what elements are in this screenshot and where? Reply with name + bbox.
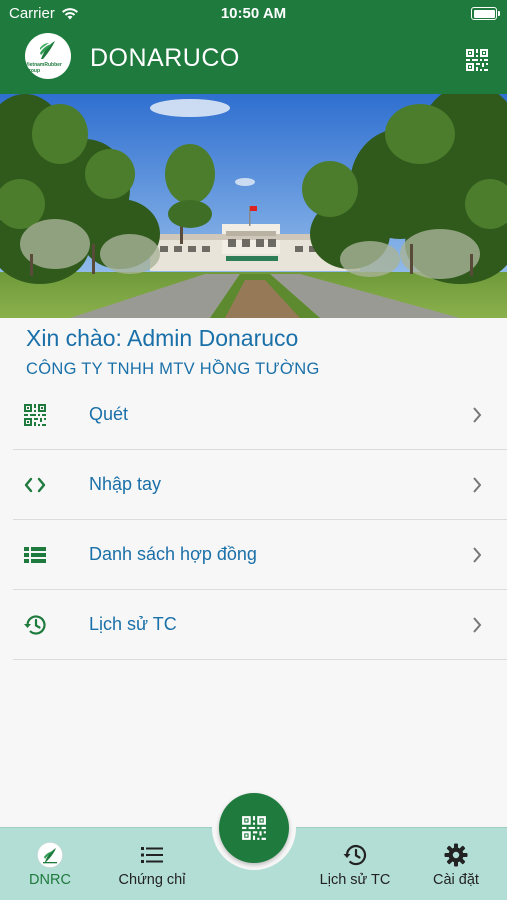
banner-image xyxy=(0,94,507,318)
greeting-text: Xin chào: Admin Donaruco xyxy=(26,325,299,351)
gear-icon xyxy=(444,843,468,867)
chevron-right-icon xyxy=(473,407,482,423)
list-icon xyxy=(24,547,46,563)
chevron-right-icon xyxy=(473,477,482,493)
status-bar: Carrier 10:50 AM xyxy=(0,0,507,28)
menu-label: Lịch sử TC xyxy=(89,614,177,634)
menu-item-history[interactable]: Lịch sử TC xyxy=(13,590,507,660)
history-icon xyxy=(24,615,46,635)
scan-fab-button[interactable] xyxy=(219,793,289,863)
nav-item-settings[interactable]: Cài đặt xyxy=(420,828,492,900)
chevron-right-icon xyxy=(473,617,482,633)
menu-item-contract-list[interactable]: Danh sách hợp đồng xyxy=(13,520,507,590)
history-icon xyxy=(343,845,367,866)
logo-text: VietnamRubber Group xyxy=(25,61,62,74)
app-title: DONARUCO xyxy=(90,44,240,72)
app-bar: VietnamRubber Group DONARUCO xyxy=(0,28,507,94)
qr-code-icon xyxy=(24,404,46,426)
menu-label: Nhập tay xyxy=(89,474,162,494)
nav-item-history[interactable]: Lịch sử TC xyxy=(310,828,400,900)
nav-label: Lịch sử TC xyxy=(319,872,391,888)
nav-item-dnrc[interactable]: DNRC xyxy=(20,828,80,900)
main-menu: Quét Nhập tay Danh sách hợp đồng Lịch sử… xyxy=(13,380,507,660)
qr-code-icon xyxy=(242,816,266,840)
menu-item-manual-entry[interactable]: Nhập tay xyxy=(13,450,507,520)
battery-icon xyxy=(471,7,500,20)
nav-item-certificates[interactable]: Chứng chỉ xyxy=(110,828,194,900)
leaf-icon xyxy=(40,40,55,59)
menu-label: Quét xyxy=(89,404,129,424)
chevron-right-icon xyxy=(473,547,482,563)
list-icon xyxy=(141,847,163,863)
menu-label: Danh sách hợp đồng xyxy=(89,544,257,564)
brand-logo: VietnamRubber Group xyxy=(25,33,71,79)
company-name: CÔNG TY TNHH MTV HỒNG TƯỜNG xyxy=(26,360,320,378)
menu-item-scan[interactable]: Quét xyxy=(13,380,507,450)
headquarters-photo xyxy=(0,94,507,318)
nav-label: DNRC xyxy=(29,872,71,888)
logo-icon xyxy=(37,842,63,868)
clock: 10:50 AM xyxy=(220,5,287,22)
nav-label: Chứng chỉ xyxy=(118,872,186,888)
qr-code-icon[interactable] xyxy=(465,48,489,72)
code-brackets-icon xyxy=(24,477,46,493)
nav-label: Cài đặt xyxy=(433,872,479,888)
